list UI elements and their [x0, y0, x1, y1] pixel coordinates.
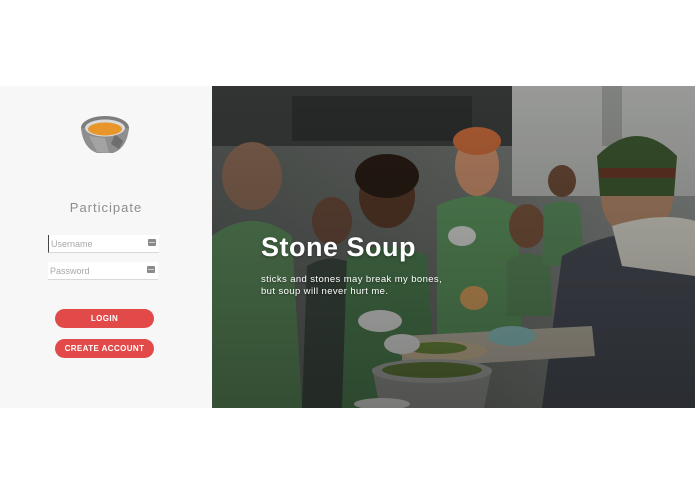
username-input[interactable] — [49, 236, 145, 251]
app-frame: Participate LOGIN CREATE ACCOUNT — [0, 86, 695, 408]
username-field — [48, 235, 159, 253]
hero-tagline: sticks and stones may break my bones, bu… — [261, 274, 442, 298]
hero-title: Stone Soup — [261, 232, 416, 262]
soup-bowl-icon — [81, 116, 129, 153]
login-panel: Participate LOGIN CREATE ACCOUNT — [0, 86, 212, 408]
create-account-button[interactable]: CREATE ACCOUNT — [55, 339, 154, 358]
hero-tagline-line1: sticks and stones may break my bones, — [261, 274, 443, 285]
hero-tagline-line2: but soup will never hurt me. — [261, 286, 389, 297]
form-heading: Participate — [69, 200, 143, 215]
password-field — [48, 262, 158, 280]
login-button[interactable]: LOGIN — [55, 309, 154, 328]
hero-panel: Stone Soup sticks and stones may break m… — [212, 86, 695, 408]
keyboard-icon — [147, 266, 155, 273]
password-input[interactable] — [48, 263, 144, 278]
keyboard-icon — [148, 239, 156, 246]
